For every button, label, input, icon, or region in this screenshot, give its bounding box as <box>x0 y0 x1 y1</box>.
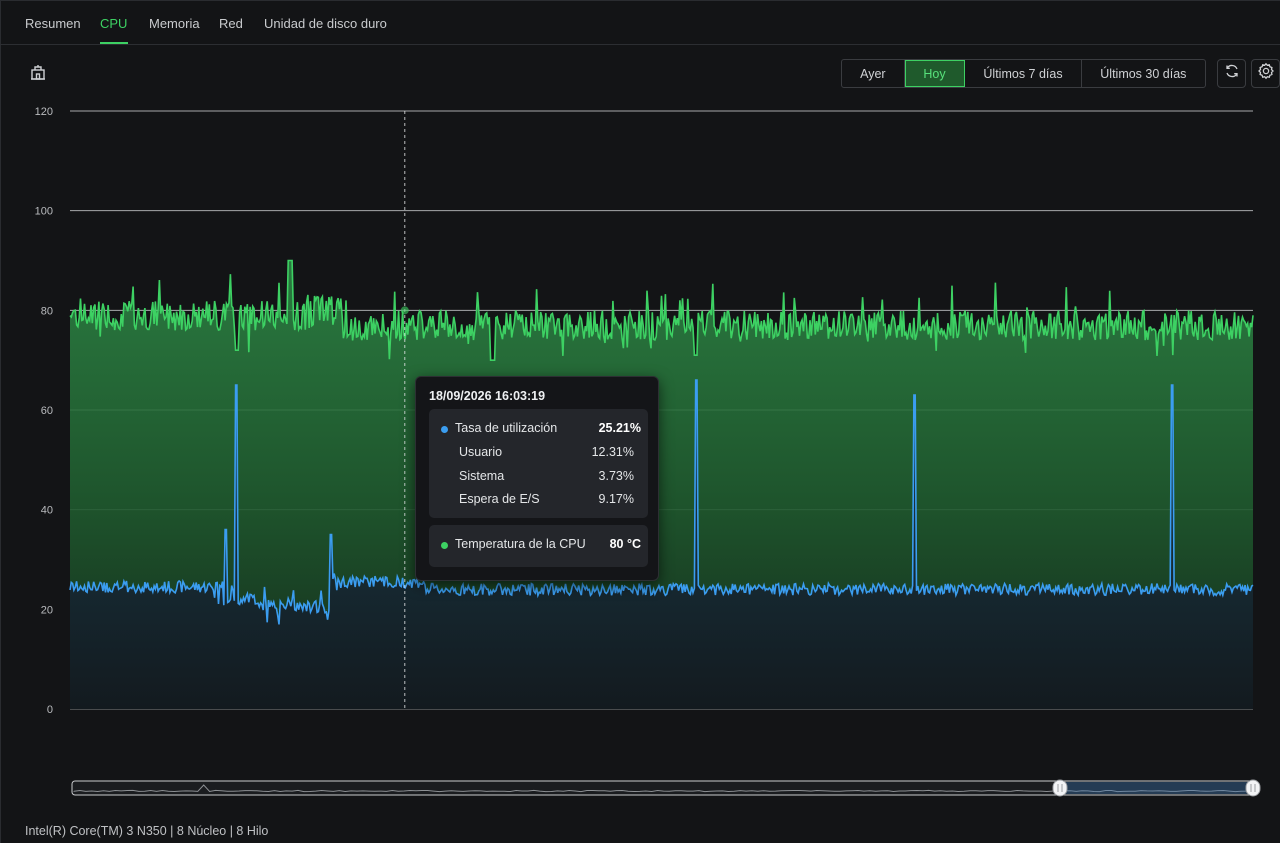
cursor-point-temperature <box>400 306 409 315</box>
tooltip-time: 18/09/2026 16:03:19 <box>429 389 546 403</box>
y-tick-label: 120 <box>35 106 53 118</box>
tooltip-user-value: 12.31% <box>591 445 634 459</box>
tooltip-user-label: Usuario <box>459 445 503 459</box>
y-tick-label: 100 <box>35 206 53 218</box>
navigator-selection <box>1060 782 1254 794</box>
navigator-right-handle[interactable] <box>1245 779 1261 797</box>
tooltip-utilization-value: 25.21% <box>598 421 641 435</box>
tooltip-row-temperature: Temperatura de la CPU 80 °C <box>429 537 648 553</box>
tooltip-utilization-box: Tasa de utilización 25.21% Usuario 12.31… <box>429 409 648 518</box>
tooltip-temperature-value: 80 °C <box>609 537 641 551</box>
navigator-left-handle[interactable] <box>1052 779 1068 797</box>
temperature-dot-icon <box>441 542 448 549</box>
tooltip-temperature-label: Temperatura de la CPU <box>455 537 586 551</box>
tooltip-system-value: 3.73% <box>598 469 634 483</box>
utilization-dot-icon <box>441 426 448 433</box>
tooltip-row-utilization: Tasa de utilización 25.21% <box>429 421 648 437</box>
tooltip-row-system: Sistema 3.73% <box>429 469 648 485</box>
y-tick-label: 60 <box>41 405 53 417</box>
tooltip-io-label: Espera de E/S <box>459 492 540 506</box>
tooltip-io-value: 9.17% <box>598 492 634 506</box>
tooltip-temperature-box: Temperatura de la CPU 80 °C <box>429 525 648 567</box>
tooltip-system-label: Sistema <box>459 469 505 483</box>
y-tick-label: 40 <box>41 505 53 517</box>
tooltip-utilization-label: Tasa de utilización <box>455 421 558 435</box>
y-tick-label: 0 <box>47 704 53 716</box>
chart-tooltip: 18/09/2026 16:03:19 Tasa de utilización … <box>415 376 659 581</box>
tooltip-row-io: Espera de E/S 9.17% <box>429 492 648 508</box>
tooltip-row-user: Usuario 12.31% <box>429 445 648 461</box>
y-tick-label: 20 <box>41 604 53 616</box>
y-tick-label: 80 <box>41 305 53 317</box>
cpu-info: Intel(R) Core(TM) 3 N350 | 8 Núcleo | 8 … <box>25 824 269 838</box>
